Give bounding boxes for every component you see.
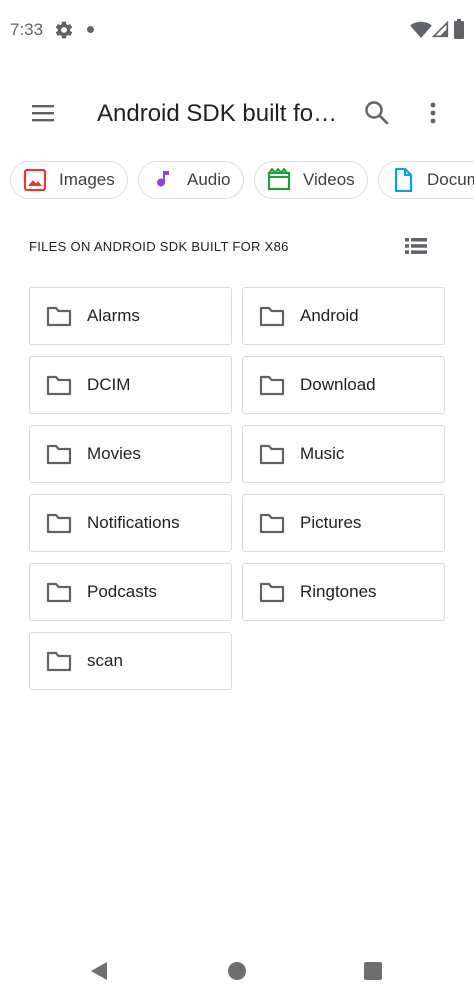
back-icon[interactable]: [89, 961, 109, 981]
chip-label: Docum: [427, 170, 474, 189]
folder-icon: [46, 513, 72, 534]
notification-dot: [87, 26, 94, 33]
chip-audio[interactable]: Audio: [138, 161, 244, 199]
folder-item-dcim[interactable]: DCIM: [29, 356, 232, 414]
folder-icon: [259, 513, 285, 534]
battery-icon: [454, 19, 464, 39]
toolbar: Android SDK built fo…: [0, 86, 474, 142]
folder-icon: [46, 582, 72, 603]
folder-name: Notifications: [87, 513, 180, 532]
navigation-bar: [0, 945, 474, 1000]
search-icon[interactable]: [362, 98, 392, 128]
chip-videos[interactable]: Videos: [254, 161, 368, 199]
folder-name: Music: [300, 444, 345, 463]
page-title: Android SDK built fo…: [97, 100, 338, 127]
folder-item-download[interactable]: Download: [242, 356, 445, 414]
folder-icon: [259, 306, 285, 327]
menu-icon[interactable]: [24, 100, 64, 128]
folder-icon: [259, 375, 285, 396]
folder-name: DCIM: [87, 375, 131, 394]
folder-item-notifications[interactable]: Notifications: [29, 494, 232, 552]
list-view-icon[interactable]: [404, 236, 428, 256]
music-note-icon: [157, 171, 169, 187]
folder-item-scan[interactable]: scan: [29, 632, 232, 690]
folder-name: Movies: [87, 444, 141, 463]
folder-name: Alarms: [87, 306, 140, 325]
folder-icon: [46, 651, 72, 672]
more-vert-icon[interactable]: [420, 98, 446, 128]
wifi-icon: [410, 21, 432, 39]
folder-icon: [46, 444, 72, 465]
folder-icon: [259, 582, 285, 603]
folder-name: Ringtones: [300, 582, 377, 601]
chip-documents[interactable]: Docum: [378, 161, 474, 199]
folder-item-music[interactable]: Music: [242, 425, 445, 483]
folder-name: Podcasts: [87, 582, 157, 601]
folder-name: scan: [87, 651, 123, 670]
folder-icon: [46, 375, 72, 396]
movie-icon: [267, 168, 291, 191]
chip-label: Videos: [303, 170, 355, 189]
recents-icon[interactable]: [364, 962, 382, 980]
folder-item-pictures[interactable]: Pictures: [242, 494, 445, 552]
folder-name: Android: [300, 306, 359, 325]
chip-label: Images: [59, 170, 115, 189]
folder-item-alarms[interactable]: Alarms: [29, 287, 232, 345]
section-title: FILES ON ANDROID SDK BUILT FOR X86: [29, 239, 289, 254]
chip-images[interactable]: Images: [10, 161, 128, 199]
folder-name: Pictures: [300, 513, 362, 532]
folder-item-ringtones[interactable]: Ringtones: [242, 563, 445, 621]
folder-item-podcasts[interactable]: Podcasts: [29, 563, 232, 621]
image-icon: [23, 168, 47, 192]
folder-name: Download: [300, 375, 376, 394]
folder-icon: [259, 444, 285, 465]
filter-chips: Images Audio Videos Docum: [0, 161, 474, 201]
signal-icon: [432, 21, 449, 38]
folder-icon: [46, 306, 72, 327]
folder-item-movies[interactable]: Movies: [29, 425, 232, 483]
status-bar: 7:33: [0, 0, 474, 60]
status-time: 7:33: [10, 20, 44, 39]
document-icon: [394, 168, 413, 192]
folder-item-android[interactable]: Android: [242, 287, 445, 345]
home-icon[interactable]: [228, 962, 246, 980]
chip-label: Audio: [187, 170, 231, 189]
gear-icon: [55, 21, 73, 39]
